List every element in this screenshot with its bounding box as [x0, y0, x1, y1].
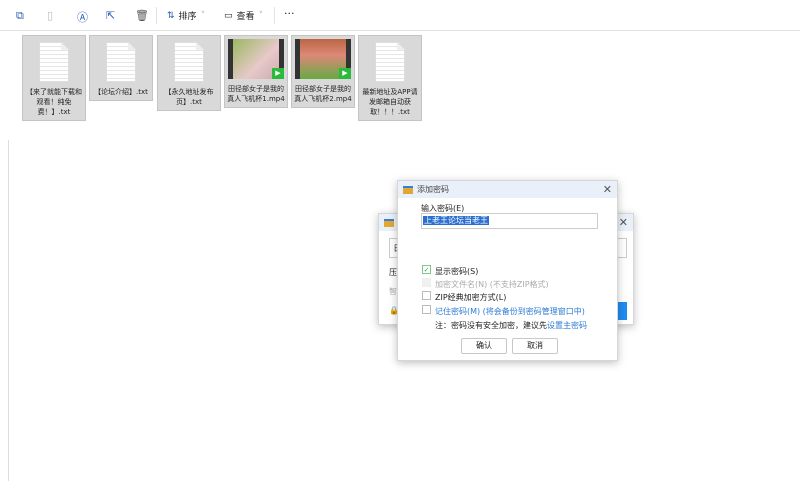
folder-icon [384, 218, 394, 227]
sort-button[interactable]: ⇅ 排序 ˅ [167, 9, 205, 23]
set-master-password-link[interactable]: 设置主密码 [547, 321, 587, 330]
file-item[interactable]: ▶ 田径部女子是我的真人飞机杯1.mp4 [224, 35, 288, 108]
file-item[interactable]: 【论坛介绍】.txt [89, 35, 153, 101]
file-item[interactable]: 最新地址及APP请发邮箱自动获取！！！.txt [358, 35, 422, 121]
zip-classic-checkbox[interactable] [422, 291, 431, 300]
file-name: 【来了就能下载和观看！纯免费！】.txt [26, 88, 82, 116]
note-text: 注：密码没有安全加密，建议先 [435, 321, 547, 330]
file-name: 最新地址及APP请发邮箱自动获取！！！.txt [362, 88, 418, 116]
show-password-checkbox[interactable]: ✓ [422, 265, 431, 274]
file-item[interactable]: ▶ 田径部女子是我的真人飞机杯2.mp4 [291, 35, 355, 108]
share-icon[interactable]: ⇱ [106, 9, 115, 22]
password-input[interactable]: 上老王论坛当老王 [421, 213, 598, 229]
sort-label: 排序 [178, 12, 197, 22]
close-icon[interactable]: ✕ [619, 216, 628, 229]
remember-checkbox[interactable] [422, 305, 431, 314]
compress-button[interactable] [617, 302, 627, 320]
rename-icon[interactable]: Ⓐ [77, 9, 88, 25]
cancel-button[interactable]: 取消 [512, 338, 558, 354]
text-file-icon [39, 42, 69, 82]
video-thumbnail: ▶ [295, 39, 351, 79]
encrypt-names-label: 加密文件名(N) (不支持ZIP格式) [435, 280, 549, 289]
text-file-icon [106, 42, 136, 82]
view-label: 查看 [236, 12, 255, 22]
play-icon: ▶ [272, 68, 284, 79]
text-file-icon [375, 42, 405, 82]
file-name: 【永久地址发布页】.txt [164, 88, 214, 106]
copy-icon[interactable]: ⧉ [16, 9, 24, 23]
folder-icon [403, 185, 413, 194]
paste-icon[interactable]: ▯ [47, 9, 53, 22]
sort-icon: ⇅ [167, 10, 175, 21]
password-value: 上老王论坛当老王 [423, 216, 489, 225]
zip-classic-label: ZIP经典加密方式(L) [435, 293, 507, 302]
label: 智 [389, 287, 397, 296]
dialog-title: 添加密码 [417, 185, 449, 194]
file-item[interactable]: 【永久地址发布页】.txt [157, 35, 221, 111]
delete-icon[interactable]: 🗑 [135, 9, 149, 22]
play-icon: ▶ [339, 68, 351, 79]
text-file-icon [174, 42, 204, 82]
file-name: 田径部女子是我的真人飞机杯1.mp4 [227, 85, 285, 103]
label: 压 [389, 268, 397, 277]
add-password-dialog: 添加密码 ✕ 输入密码(E) 上老王论坛当老王 ✓ 显示密码(S) 加密文件名(… [397, 180, 618, 361]
file-item[interactable]: 【来了就能下载和观看！纯免费！】.txt [22, 35, 86, 121]
view-icon: ▭ [224, 10, 233, 21]
video-thumbnail: ▶ [228, 39, 284, 79]
close-icon[interactable]: ✕ [603, 183, 612, 196]
show-password-label: 显示密码(S) [435, 267, 479, 276]
more-button[interactable]: ··· [284, 7, 295, 20]
view-button[interactable]: ▭ 查看 ˅ [224, 9, 263, 23]
encrypt-names-checkbox[interactable] [422, 278, 431, 287]
confirm-button[interactable]: 确认 [461, 338, 507, 354]
file-name: 【论坛介绍】.txt [94, 88, 148, 96]
scrollbar[interactable] [8, 140, 9, 481]
file-name: 田径部女子是我的真人飞机杯2.mp4 [294, 85, 352, 103]
remember-label: 记住密码(M) (将会备份到密码管理窗口中) [435, 307, 585, 316]
toolbar: ⧉ ▯ Ⓐ ⇱ 🗑 ⇅ 排序 ˅ ▭ 查看 ˅ ··· [0, 0, 800, 31]
